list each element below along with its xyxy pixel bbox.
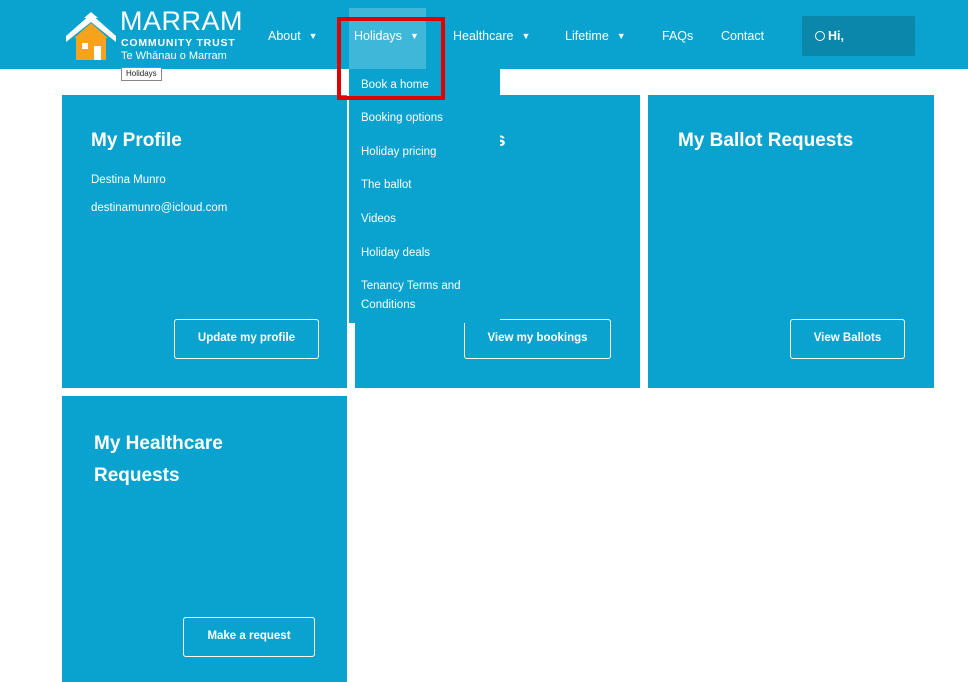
update-profile-button[interactable]: Update my profile [174, 319, 319, 359]
view-ballots-button[interactable]: View Ballots [790, 319, 905, 359]
card-my-ballot-requests: My Ballot Requests View Ballots [648, 95, 934, 388]
chevron-down-icon: ▼ [308, 31, 318, 41]
house-logo-icon [66, 12, 116, 60]
user-greeting: Hi, [828, 29, 844, 43]
red-highlight-box [337, 17, 445, 100]
dropdown-item-holiday-pricing[interactable]: Holiday pricing [361, 143, 491, 162]
dropdown-item-holiday-deals[interactable]: Holiday deals [361, 244, 491, 263]
holidays-dropdown-menu: Book a home Booking options Holiday pric… [349, 69, 500, 323]
card-title-line2: Requests [94, 465, 180, 486]
logo-subtitle: COMMUNITY TRUST [121, 37, 236, 49]
nav-faqs[interactable]: FAQs [662, 0, 693, 69]
user-icon [815, 31, 825, 41]
dropdown-item-tenancy-terms[interactable]: Tenancy Terms and Conditions [361, 277, 491, 315]
site-logo[interactable]: MARRAM COMMUNITY TRUST Te Whānau o Marra… [66, 8, 246, 64]
profile-name: Destina Munro [91, 174, 166, 186]
user-account-button[interactable]: Hi, [802, 16, 915, 56]
card-title: My Ballot Requests [678, 130, 854, 151]
view-bookings-button[interactable]: View my bookings [464, 319, 611, 359]
chevron-down-icon: ▼ [616, 31, 626, 41]
nav-about-label: About [268, 29, 301, 43]
dropdown-item-videos[interactable]: Videos [361, 210, 491, 229]
dropdown-item-the-ballot[interactable]: The ballot [361, 176, 491, 195]
card-title-line1: My Healthcare [94, 433, 223, 454]
nav-about[interactable]: About ▼ [268, 0, 318, 69]
card-my-profile: My Profile Destina Munro destinamunro@ic… [62, 95, 347, 388]
nav-lifetime[interactable]: Lifetime ▼ [565, 0, 626, 69]
nav-healthcare[interactable]: Healthcare ▼ [453, 0, 530, 69]
nav-lifetime-label: Lifetime [565, 29, 609, 43]
holidays-tooltip: Holidays [121, 67, 162, 81]
dropdown-item-booking-options[interactable]: Booking options [361, 109, 491, 128]
nav-healthcare-label: Healthcare [453, 29, 514, 43]
profile-email: destinamunro@icloud.com [91, 202, 228, 214]
chevron-down-icon: ▼ [521, 31, 531, 41]
make-request-button[interactable]: Make a request [183, 617, 315, 657]
nav-contact[interactable]: Contact [721, 0, 764, 69]
logo-wordmark: MARRAM [120, 6, 243, 36]
card-title: My Profile [91, 130, 182, 151]
card-my-healthcare-requests: My Healthcare Requests Make a request [62, 396, 347, 682]
logo-maori-subtitle: Te Whānau o Marram [121, 50, 227, 62]
site-header: MARRAM COMMUNITY TRUST Te Whānau o Marra… [0, 0, 968, 69]
